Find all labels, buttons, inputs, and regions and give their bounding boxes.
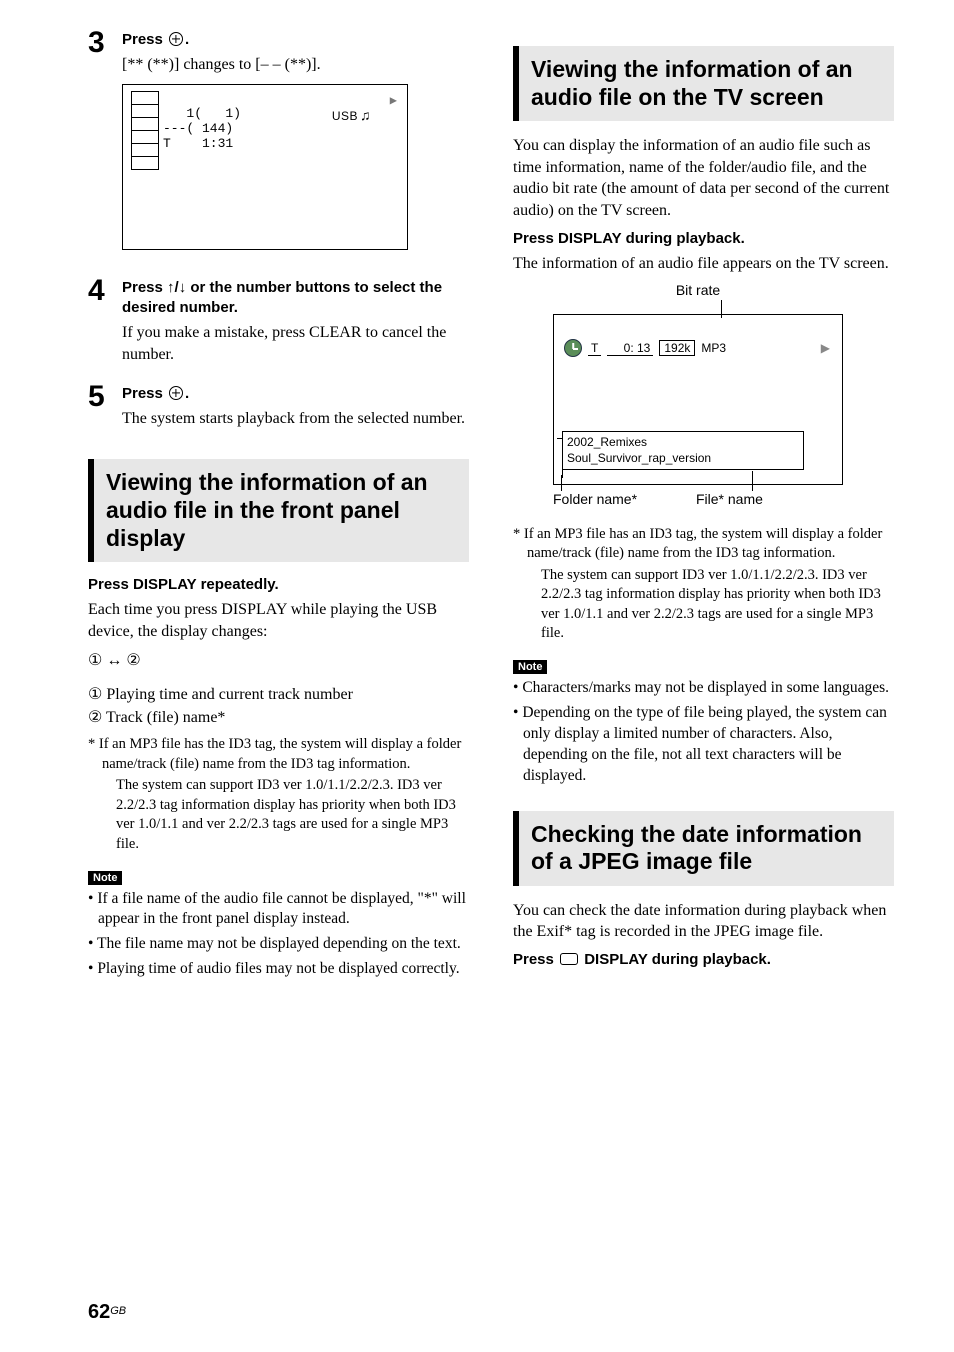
press-display-during: Press DISPLAY during playback. [513,230,894,247]
play-icon: ▶ [390,93,397,108]
left-column: 3 Press . [** (**)] changes to [– – (**)… [88,30,469,984]
section-heading-jpeg: Checking the date information of a JPEG … [513,811,894,886]
press-display-prefix: Press [513,951,558,968]
step-5-title-prefix: Press [122,385,167,402]
enter-icon [169,386,183,400]
diagram-line1: 1( 1) [163,107,241,122]
definition-2: ② Track (file) name* [88,707,469,729]
display-toggle-row: ① ↔ ② [88,650,469,670]
section-heading-front-panel-text: Viewing the information of an audio file… [106,469,459,552]
page-number: 62 [88,1301,110,1323]
note-left-3: Playing time of audio files may not be d… [88,959,469,980]
each-time-text: Each time you press DISPLAY while playin… [88,599,469,642]
footnote-right-lead: * If an MP3 file has an ID3 tag, the sys… [513,526,882,562]
press-display-repeatedly: Press DISPLAY repeatedly. [88,576,469,593]
note-right-1: Characters/marks may not be displayed in… [513,678,894,699]
note-right-2: Depending on the type of file being play… [513,703,894,787]
step-number-4: 4 [88,276,122,306]
step-number-3: 3 [88,28,122,58]
note-left-1: If a file name of the audio file cannot … [88,889,469,931]
notes-left: If a file name of the audio file cannot … [88,889,469,981]
step-3: 3 Press . [** (**)] changes to [– – (**)… [88,30,469,266]
step-5: 5 Press . The system starts playback fro… [88,384,469,436]
usb-label: USB♫ [332,107,371,123]
enter-icon [169,32,183,46]
notes-right: Characters/marks may not be displayed in… [513,678,894,787]
note-label-right: Note [513,660,547,674]
tv-intro-text: You can display the information of an au… [513,135,894,221]
tv-time: 0: 13 [607,341,653,356]
step-4: 4 Press ↑/↓ or the number buttons to sel… [88,278,469,372]
footnote-left-body: The system can support ID3 ver 1.0/1.1/2… [102,776,469,854]
press-display-button-line: Press DISPLAY during playback. [513,951,894,968]
step-5-title: Press . [122,384,469,404]
folder-name-caption: Folder name* [553,491,696,507]
press-display-suffix: DISPLAY during playback. [580,951,771,968]
note-left-2: The file name may not be displayed depen… [88,934,469,955]
section-heading-tv-screen-text: Viewing the information of an audio file… [531,56,884,111]
file-name-caption: File* name [696,491,839,507]
tv-t-label: T [588,341,601,356]
tv-codec: MP3 [701,341,726,355]
footnote-left-lead: * If an MP3 file has the ID3 tag, the sy… [88,736,461,772]
step-3-title-suffix: . [185,31,189,48]
tv-screen-diagram: Bit rate T 0: 13 192k MP3 ▶ 2002_Remixes… [553,282,843,506]
tv-folder-line2: Soul_Survivor_rap_version [567,450,799,466]
tv-play-icon: ▶ [821,341,834,355]
step-4-text: If you make a mistake, press CLEAR to ca… [122,322,469,365]
footnote-right: * If an MP3 file has an ID3 tag, the sys… [513,525,894,644]
section-heading-tv-screen: Viewing the information of an audio file… [513,46,894,121]
step-5-title-suffix: . [185,385,189,402]
definition-1: ① Playing time and current track number [88,684,469,706]
footnote-left: * If an MP3 file has the ID3 tag, the sy… [88,735,469,854]
bit-rate-label: Bit rate [553,282,843,298]
clock-icon [564,339,582,357]
page-footer: 62GB [88,1301,126,1324]
section-heading-jpeg-text: Checking the date information of a JPEG … [531,821,884,876]
page-region: GB [110,1305,126,1317]
step-4-title: Press ↑/↓ or the number buttons to selec… [122,278,469,319]
right-column: Viewing the information of an audio file… [513,30,894,984]
jpeg-intro-text: You can check the date information durin… [513,900,894,943]
footnote-right-body: The system can support ID3 ver 1.0/1.1/2… [527,566,894,644]
diagram-cells [131,91,159,169]
step-number-5: 5 [88,382,122,412]
usb-screen-diagram: ▶ 1( 1) ---( 144) T 1:31 [122,84,408,250]
music-note-icon: ♫ [360,107,371,123]
step-5-text: The system starts playback from the sele… [122,408,469,430]
note-label-left: Note [88,871,122,885]
display-button-icon [560,953,578,965]
diagram-line2: ---( 144) [163,122,241,137]
tv-bitrate: 192k [659,340,695,356]
tv-folder-line1: 2002_Remixes [567,434,799,450]
diagram-readout: 1( 1) ---( 144) T 1:31 [163,107,241,152]
step-3-title-prefix: Press [122,31,167,48]
usb-label-text: USB [332,109,358,123]
diagram-line3: T 1:31 [163,137,241,152]
info-appears-text: The information of an audio file appears… [513,253,894,275]
tv-folder-box: 2002_Remixes Soul_Survivor_rap_version [562,431,804,469]
section-heading-front-panel: Viewing the information of an audio file… [88,459,469,562]
step-3-title: Press . [122,30,469,50]
step-3-text: [** (**)] changes to [– – (**)]. [122,54,469,76]
tv-status-line: T 0: 13 192k MP3 ▶ [564,339,834,357]
